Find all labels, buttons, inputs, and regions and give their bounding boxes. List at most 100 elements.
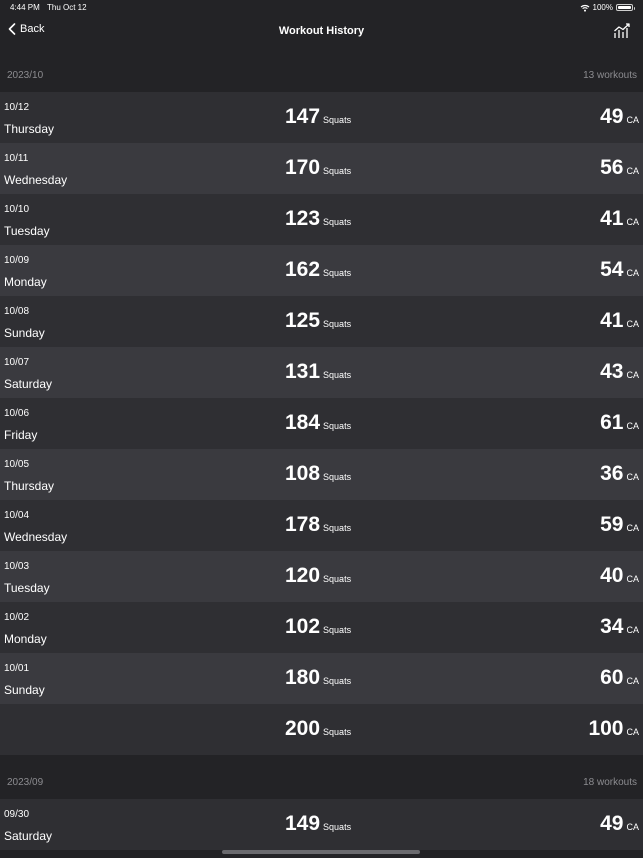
row-calories: 43 CA xyxy=(600,360,639,384)
row-squats: 162 Squats xyxy=(285,258,351,282)
squats-count: 102 xyxy=(285,615,321,638)
squats-count: 178 xyxy=(285,513,321,536)
status-time: 4:44 PM xyxy=(10,3,40,12)
home-indicator[interactable] xyxy=(222,850,420,854)
workout-row[interactable]: 10/10 Tuesday 123 Squats 41 CA xyxy=(0,194,643,245)
squats-unit: Squats xyxy=(323,217,352,227)
row-weekday: Thursday xyxy=(4,122,55,136)
row-squats: 120 Squats xyxy=(285,564,351,588)
row-squats: 123 Squats xyxy=(285,207,351,231)
workout-row[interactable]: 10/11 Wednesday 170 Squats 56 CA xyxy=(0,143,643,194)
section-month: 2023/10 xyxy=(7,70,44,81)
squats-count: 120 xyxy=(285,564,321,587)
row-calories: 100 CA xyxy=(588,717,639,741)
squats-unit: Squats xyxy=(323,268,352,278)
row-squats: 108 Squats xyxy=(285,462,351,486)
row-date: 10/10 xyxy=(4,204,30,215)
calories-unit: CA xyxy=(626,370,639,380)
squats-count: 125 xyxy=(285,309,321,332)
row-date: 10/04 xyxy=(4,510,30,521)
calories-value: 54 xyxy=(600,258,624,281)
workout-row[interactable]: 10/07 Saturday 131 Squats 43 CA xyxy=(0,347,643,398)
workout-row[interactable]: 10/08 Sunday 125 Squats 41 CA xyxy=(0,296,643,347)
calories-unit: CA xyxy=(626,115,639,125)
chart-button[interactable] xyxy=(613,22,631,44)
calories-unit: CA xyxy=(626,523,639,533)
squats-count: 149 xyxy=(285,812,321,835)
squats-count: 108 xyxy=(285,462,321,485)
workout-row[interactable]: 09/30 Saturday 149 Squats 49 CA xyxy=(0,799,643,850)
row-weekday: Sunday xyxy=(4,326,45,340)
section-month: 2023/09 xyxy=(7,777,44,788)
calories-value: 40 xyxy=(600,564,624,587)
nav-bar: Back Workout History xyxy=(0,16,643,48)
calories-value: 41 xyxy=(600,309,624,332)
workout-row[interactable]: 10/09 Monday 162 Squats 54 CA xyxy=(0,245,643,296)
workout-row[interactable]: 10/06 Friday 184 Squats 61 CA xyxy=(0,398,643,449)
row-squats: 102 Squats xyxy=(285,615,351,639)
workout-row[interactable]: 10/12 Thursday 147 Squats 49 CA xyxy=(0,92,643,143)
squats-unit: Squats xyxy=(323,421,352,431)
squats-unit: Squats xyxy=(323,676,352,686)
row-squats: 147 Squats xyxy=(285,105,351,129)
calories-unit: CA xyxy=(626,217,639,227)
workout-row[interactable]: 10/01 Sunday 180 Squats 60 CA xyxy=(0,653,643,704)
calories-value: 49 xyxy=(600,105,624,128)
squats-unit: Squats xyxy=(323,574,352,584)
row-date: 10/03 xyxy=(4,561,30,572)
calories-unit: CA xyxy=(626,166,639,176)
calories-value: 61 xyxy=(600,411,624,434)
status-date: Thu Oct 12 xyxy=(47,3,87,12)
row-calories: 59 CA xyxy=(600,513,639,537)
calories-unit: CA xyxy=(626,268,639,278)
squats-count: 200 xyxy=(285,717,321,740)
squats-count: 147 xyxy=(285,105,321,128)
squats-unit: Squats xyxy=(323,472,352,482)
wifi-icon xyxy=(580,4,589,12)
workout-total-row[interactable]: 200 Squats 100 CA xyxy=(0,704,643,755)
calories-value: 60 xyxy=(600,666,624,689)
row-calories: 34 CA xyxy=(600,615,639,639)
battery-icon xyxy=(616,4,635,11)
workout-row[interactable]: 10/05 Thursday 108 Squats 36 CA xyxy=(0,449,643,500)
row-calories: 36 CA xyxy=(600,462,639,486)
row-weekday: Monday xyxy=(4,632,47,646)
row-weekday: Tuesday xyxy=(4,581,50,595)
row-weekday: Friday xyxy=(4,428,38,442)
squats-unit: Squats xyxy=(323,523,352,533)
row-calories: 61 CA xyxy=(600,411,639,435)
row-weekday: Wednesday xyxy=(4,530,68,544)
row-weekday: Wednesday xyxy=(4,173,68,187)
workout-row[interactable]: 10/04 Wednesday 178 Squats 59 CA xyxy=(0,500,643,551)
page-title: Workout History xyxy=(278,25,365,37)
row-calories: 41 CA xyxy=(600,309,639,333)
row-weekday: Saturday xyxy=(4,829,53,843)
calories-value: 100 xyxy=(588,717,624,740)
workout-row[interactable]: 10/03 Tuesday 120 Squats 40 CA xyxy=(0,551,643,602)
row-squats: 200 Squats xyxy=(285,717,351,741)
status-bar: 4:44 PM Thu Oct 12 100% xyxy=(0,0,643,16)
row-squats: 184 Squats xyxy=(285,411,351,435)
squats-count: 184 xyxy=(285,411,321,434)
calories-unit: CA xyxy=(626,625,639,635)
squats-unit: Squats xyxy=(323,115,352,125)
calories-value: 41 xyxy=(600,207,624,230)
row-date: 10/05 xyxy=(4,459,30,470)
squats-unit: Squats xyxy=(323,370,352,380)
row-weekday: Monday xyxy=(4,275,47,289)
squats-count: 162 xyxy=(285,258,321,281)
workout-row[interactable]: 10/02 Monday 102 Squats 34 CA xyxy=(0,602,643,653)
calories-value: 34 xyxy=(600,615,624,638)
status-right: 100% xyxy=(580,3,635,12)
calories-value: 43 xyxy=(600,360,624,383)
calories-unit: CA xyxy=(626,319,639,329)
calories-unit: CA xyxy=(626,574,639,584)
squats-count: 180 xyxy=(285,666,321,689)
row-date: 10/11 xyxy=(4,153,29,164)
row-date: 09/30 xyxy=(4,809,30,820)
row-squats: 125 Squats xyxy=(285,309,351,333)
calories-unit: CA xyxy=(626,676,639,686)
section-header: 2023/10 13 workouts xyxy=(0,48,643,92)
row-calories: 56 CA xyxy=(600,156,639,180)
calories-unit: CA xyxy=(626,472,639,482)
